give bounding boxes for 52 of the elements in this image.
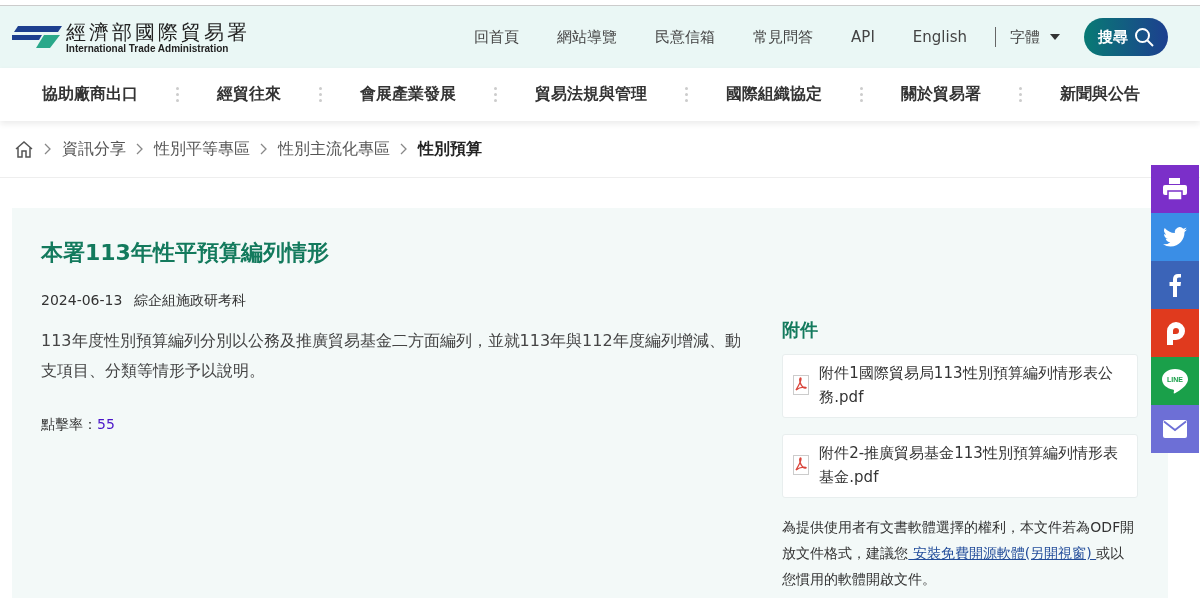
search-button[interactable]: 搜尋 — [1084, 18, 1168, 56]
pdf-icon — [793, 375, 810, 395]
nav-item[interactable]: 關於貿易署 — [901, 84, 981, 105]
print-share-button[interactable] — [1151, 165, 1199, 213]
chevron-icon — [400, 143, 408, 155]
publish-date: 2024-06-13 — [41, 292, 123, 310]
header-link[interactable]: 網站導覽 — [557, 27, 618, 47]
site-subtitle: International Trade Administration — [66, 42, 230, 54]
plurk-icon — [1165, 321, 1185, 345]
envelope-icon — [1163, 420, 1187, 438]
nav-item[interactable]: 新聞與公告 — [1060, 84, 1140, 105]
chevron-icon — [44, 143, 52, 155]
header-link[interactable]: 民意信箱 — [655, 27, 716, 47]
nav-item[interactable]: 國際組織協定 — [726, 84, 822, 105]
mail-share-button[interactable] — [1151, 405, 1199, 453]
pdf-icon — [793, 455, 810, 475]
nav-item[interactable]: 協助廠商出口 — [42, 84, 138, 105]
publisher-unit: 綜企組施政研考科 — [134, 292, 247, 310]
article-title: 本署113年性平預算編列情形 — [41, 239, 330, 267]
header-link[interactable]: 常見問答 — [753, 27, 814, 47]
breadcrumb-link[interactable]: 性別主流化專區 — [278, 138, 390, 160]
facebook-icon — [1169, 273, 1181, 297]
logo-icon — [12, 26, 62, 48]
attachments-heading: 附件 — [782, 318, 820, 342]
home-icon[interactable] — [14, 140, 34, 158]
chevron-icon — [260, 143, 268, 155]
odf-note: 為提供使用者有文書軟體選擇的權利，本文件若為ODF開放文件格式，建議您 安裝免費開源軟體(另開視窗) 或以您慣用的軟體開啟文件。 — [782, 518, 1136, 589]
caret-icon — [1050, 34, 1060, 40]
site-title[interactable]: 經濟部國際貿易署 — [66, 20, 250, 43]
nav-item[interactable]: 貿易法規與管理 — [535, 84, 647, 105]
header-link[interactable]: 回首頁 — [474, 27, 520, 47]
header-link[interactable]: API — [851, 28, 875, 46]
facebook-share-button[interactable] — [1151, 261, 1199, 309]
hits-count: 55 — [97, 416, 115, 432]
breadcrumb-link[interactable]: 性別平等專區 — [154, 138, 250, 160]
search-icon — [1134, 27, 1154, 47]
font-size-menu[interactable]: 字體 — [1010, 27, 1060, 47]
article-body: 113年度性別預算編列分別以公務及推廣貿易基金二方面編列，並就113年與112年度編列增減、動支項目、分類等情形予以說明。 — [41, 330, 742, 382]
chevron-icon — [136, 143, 144, 155]
nav-item[interactable]: 會展產業發展 — [360, 84, 456, 105]
bird-icon — [1163, 227, 1187, 247]
breadcrumb-link[interactable]: 性別預算 — [418, 138, 482, 160]
attachment-link[interactable]: 附件1國際貿易局113性別預算編列情形表公務.pdf — [782, 354, 1138, 418]
breadcrumb-link[interactable]: 資訊分享 — [62, 138, 126, 160]
hits-label: 點擊率： — [41, 416, 97, 432]
twitter-share-button[interactable] — [1151, 213, 1199, 261]
nav-item[interactable]: 經貿往來 — [217, 84, 281, 105]
header-link[interactable]: English — [912, 28, 967, 46]
plurk-share-button[interactable] — [1151, 309, 1199, 357]
attachment-link[interactable]: 附件2-推廣貿易基金113性別預算編列情形表基金.pdf — [782, 434, 1138, 498]
printer-icon — [1163, 178, 1187, 200]
install-software-link[interactable]: 安裝免費開源軟體(另開視窗) — [908, 545, 1097, 561]
